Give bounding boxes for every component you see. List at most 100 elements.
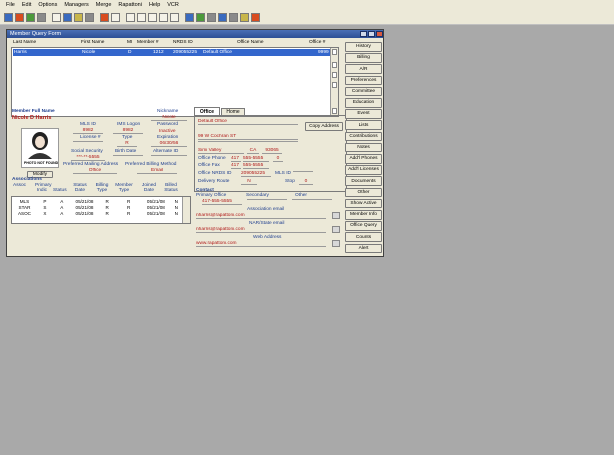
office-fax-area[interactable]: 417 xyxy=(231,163,241,169)
office-address2-field[interactable] xyxy=(198,141,298,142)
copy-address-button[interactable]: Copy Address xyxy=(305,122,343,131)
office-nrds-field[interactable]: 209055225 xyxy=(241,171,271,177)
sort-icon[interactable] xyxy=(332,62,337,68)
primary-office-field[interactable]: 417-555-5555 xyxy=(202,199,242,205)
lists-button[interactable]: Lists xyxy=(345,120,382,130)
counts-button[interactable]: Counts xyxy=(345,232,382,242)
office-address-field[interactable]: 99 W Cochran ST xyxy=(198,134,298,140)
save-icon[interactable] xyxy=(15,12,24,22)
filter-icon[interactable] xyxy=(100,12,109,22)
pref-mailing-field[interactable]: Office xyxy=(73,168,117,174)
office-city-field[interactable]: Simi Valley xyxy=(198,148,244,154)
office-name-field[interactable]: Default Office xyxy=(198,119,298,125)
ims-logon-field[interactable]: 8982 xyxy=(113,128,143,134)
stop-field[interactable]: 0 xyxy=(299,179,313,185)
scroll-up-icon[interactable] xyxy=(332,49,337,55)
office-mls-id-field[interactable] xyxy=(293,171,313,172)
education-button[interactable]: Education xyxy=(345,98,382,108)
documents-button[interactable]: Documents xyxy=(345,176,382,186)
secondary-phone-field[interactable] xyxy=(247,199,287,200)
notes-button[interactable]: Notes xyxy=(345,142,382,153)
associations-grid[interactable]: MLS P A 05/21/08 R R 05/21/08 N STAR S A 05/21/08 R R… xyxy=(11,196,191,224)
other-phone-field[interactable] xyxy=(292,199,332,200)
birth-date-field[interactable] xyxy=(113,155,143,156)
options-icon[interactable] xyxy=(229,12,238,22)
col-last-name[interactable]: Last Name xyxy=(13,40,36,45)
pref-billing-field[interactable]: Email xyxy=(137,168,177,174)
a-r-button[interactable]: A/R xyxy=(345,64,382,74)
email-icon[interactable] xyxy=(332,226,340,233)
office-phone-field[interactable]: 555-5555 xyxy=(243,156,269,162)
table-row[interactable]: ASOC X A 05/21/08 R R 05/21/08 N xyxy=(12,210,182,216)
show-active-button[interactable]: Show Active xyxy=(345,198,382,209)
help-icon[interactable] xyxy=(111,12,120,22)
committee-button[interactable]: Committee xyxy=(345,86,382,97)
search-icon[interactable] xyxy=(37,12,46,22)
alert-button[interactable]: Alert xyxy=(345,243,382,254)
record-icon[interactable] xyxy=(170,12,179,22)
col-first-name[interactable]: First Name xyxy=(81,40,104,45)
menu-edit[interactable]: Edit xyxy=(22,2,31,8)
exit-icon[interactable] xyxy=(251,12,260,22)
first-record-icon[interactable] xyxy=(126,12,135,22)
close-icon[interactable] xyxy=(376,31,383,37)
nar-email-field[interactable]: nharris@rapattoni.com xyxy=(196,227,326,233)
print-icon[interactable] xyxy=(26,12,35,22)
office-state-field[interactable]: CA xyxy=(247,148,259,154)
billing-button[interactable]: Billing xyxy=(345,53,382,63)
minimize-icon[interactable] xyxy=(360,31,367,37)
query-icon[interactable] xyxy=(85,12,94,22)
menu-help[interactable]: Help xyxy=(149,2,160,8)
tools-icon[interactable] xyxy=(240,12,249,22)
preferences-button[interactable]: Preferences xyxy=(345,75,382,86)
member-info-button[interactable]: Member Info xyxy=(345,210,382,220)
new-record-icon[interactable] xyxy=(52,12,61,22)
web-address-field[interactable]: www.rapattoni.com xyxy=(196,241,326,247)
type-field[interactable]: R xyxy=(117,141,137,147)
menu-rapattoni[interactable]: Rapattoni xyxy=(118,2,142,8)
next-record-icon[interactable] xyxy=(148,12,157,22)
office-zip-field[interactable]: 93065 xyxy=(262,148,282,154)
nav-up-icon[interactable] xyxy=(332,72,337,78)
other-button[interactable]: Other xyxy=(345,187,382,198)
mls-id-field[interactable]: 8982 xyxy=(73,128,103,134)
last-record-icon[interactable] xyxy=(159,12,168,22)
cascade-icon[interactable] xyxy=(196,12,205,22)
col-nrds-id[interactable]: NRDS ID xyxy=(173,40,193,45)
delivery-route-field[interactable]: N xyxy=(241,179,257,185)
web-link-icon[interactable] xyxy=(332,240,340,247)
office-query-button[interactable]: Office Query xyxy=(345,221,382,231)
menu-file[interactable]: File xyxy=(6,2,15,8)
member-list[interactable]: Harris Nicole D 1212 209055225 Default O… xyxy=(11,47,339,117)
report-icon[interactable] xyxy=(74,12,83,22)
nav-down-icon[interactable] xyxy=(332,82,337,88)
add-l-licenses-button[interactable]: Add'l Licenses xyxy=(345,165,382,175)
expiration-field[interactable]: 06/30/56 xyxy=(151,141,187,147)
col-office-number[interactable]: Office # xyxy=(309,40,325,45)
menu-options[interactable]: Options xyxy=(38,2,57,8)
nickname-field[interactable]: Nicole xyxy=(151,115,187,121)
tile-icon[interactable] xyxy=(185,12,194,22)
add-l-phones-button[interactable]: Add'l Phones xyxy=(345,154,382,164)
event-button[interactable]: Event xyxy=(345,109,382,119)
assoc-scrollbar[interactable] xyxy=(182,197,190,223)
office-phone-ext[interactable]: 0 xyxy=(273,156,283,162)
prev-record-icon[interactable] xyxy=(137,12,146,22)
open-icon[interactable] xyxy=(4,12,13,22)
history-button[interactable]: History xyxy=(345,42,382,52)
contributions-button[interactable]: Contributions xyxy=(345,131,382,142)
tab-office[interactable]: Office xyxy=(194,107,220,115)
maximize-icon[interactable] xyxy=(368,31,375,37)
col-member-number[interactable]: Member # xyxy=(137,40,159,45)
tab-home[interactable]: Home xyxy=(221,108,245,115)
assoc-email-field[interactable]: nharris@rapattoni.com xyxy=(196,213,326,219)
arrange-icon[interactable] xyxy=(207,12,216,22)
menu-merge[interactable]: Merge xyxy=(96,2,112,8)
col-mi[interactable]: MI xyxy=(127,40,132,45)
window-icon[interactable] xyxy=(218,12,227,22)
menu-vcr[interactable]: VCR xyxy=(167,2,179,8)
ssn-field[interactable]: ***-**-5555 xyxy=(71,155,105,161)
license-field[interactable] xyxy=(73,141,103,142)
alternate-id-field[interactable] xyxy=(151,155,187,156)
email-icon[interactable] xyxy=(332,212,340,219)
